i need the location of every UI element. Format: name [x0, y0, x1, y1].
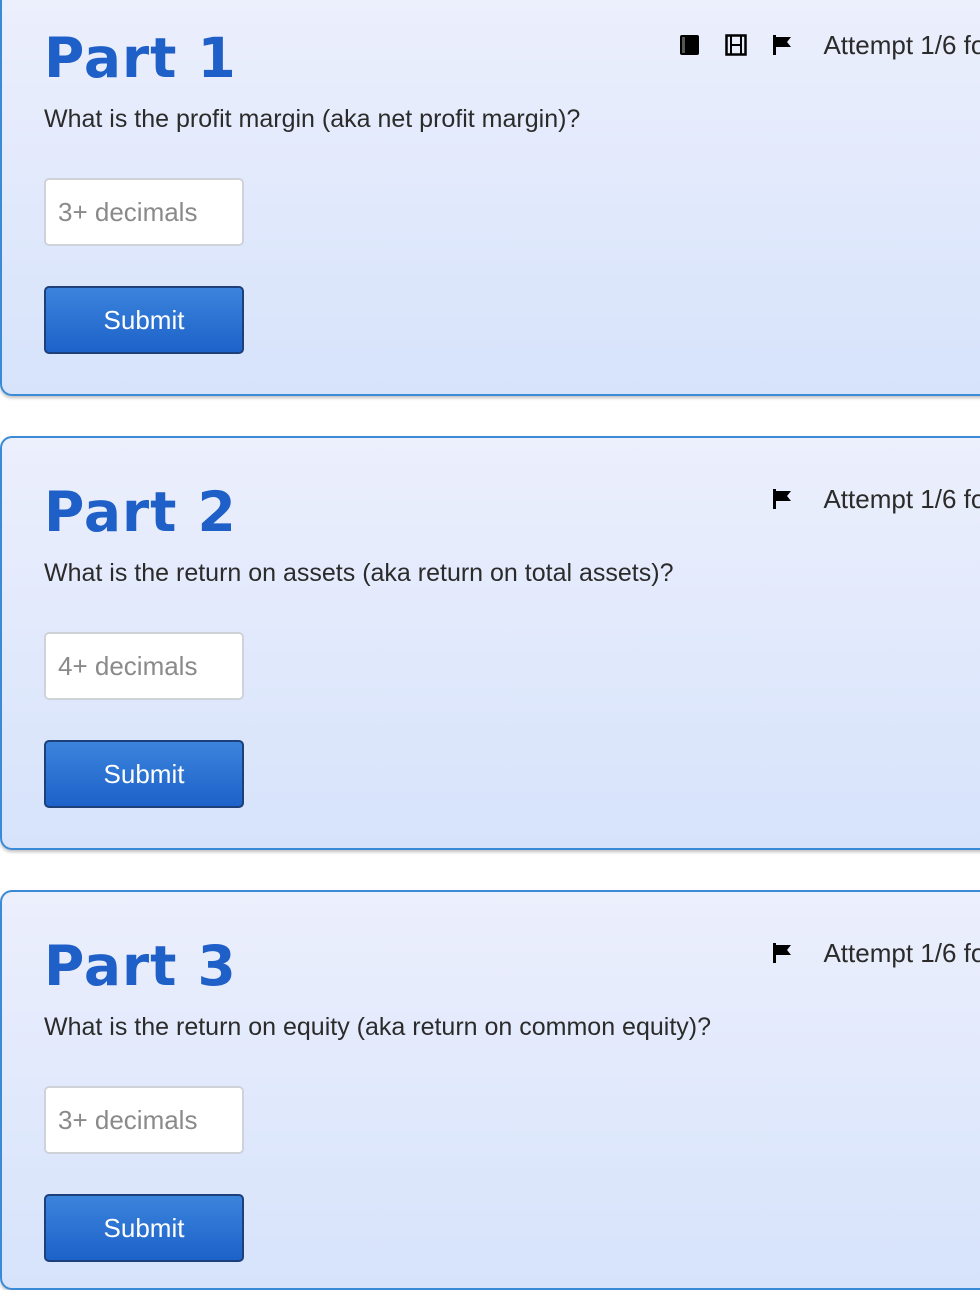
part-1-card: Attempt 1/6 for Part 1 What is the profi… [0, 0, 980, 396]
question-text: What is the return on assets (aka return… [44, 559, 674, 587]
film-icon[interactable] [725, 33, 748, 57]
attempt-label: Attempt 1/6 for [823, 29, 980, 60]
submit-button[interactable]: Submit [44, 286, 244, 354]
part-title: Part 3 [44, 934, 237, 998]
question-text: What is the return on equity (aka return… [44, 1013, 711, 1041]
part-title: Part 1 [44, 26, 237, 90]
submit-button[interactable]: Submit [44, 1194, 244, 1262]
part-1-toolbar: Attempt 1/6 for [679, 28, 980, 62]
answer-input[interactable] [44, 178, 244, 246]
submit-button[interactable]: Submit [44, 740, 244, 808]
part-2-card: Attempt 1/6 for Part 2 What is the retur… [0, 436, 980, 850]
attempt-label: Attempt 1/6 for [823, 937, 980, 968]
answer-input[interactable] [44, 632, 244, 700]
part-2-toolbar: Attempt 1/6 for [771, 482, 980, 516]
flag-icon[interactable] [771, 941, 793, 965]
answer-input[interactable] [44, 1086, 244, 1154]
attempt-label: Attempt 1/6 for [823, 483, 980, 514]
part-3-toolbar: Attempt 1/6 for [771, 936, 980, 970]
part-title: Part 2 [44, 480, 237, 544]
flag-icon[interactable] [771, 33, 793, 57]
question-text: What is the profit margin (aka net profi… [44, 105, 581, 133]
flag-icon[interactable] [771, 487, 793, 511]
part-3-card: Attempt 1/6 for Part 3 What is the retur… [0, 890, 980, 1290]
book-icon[interactable] [679, 33, 701, 57]
